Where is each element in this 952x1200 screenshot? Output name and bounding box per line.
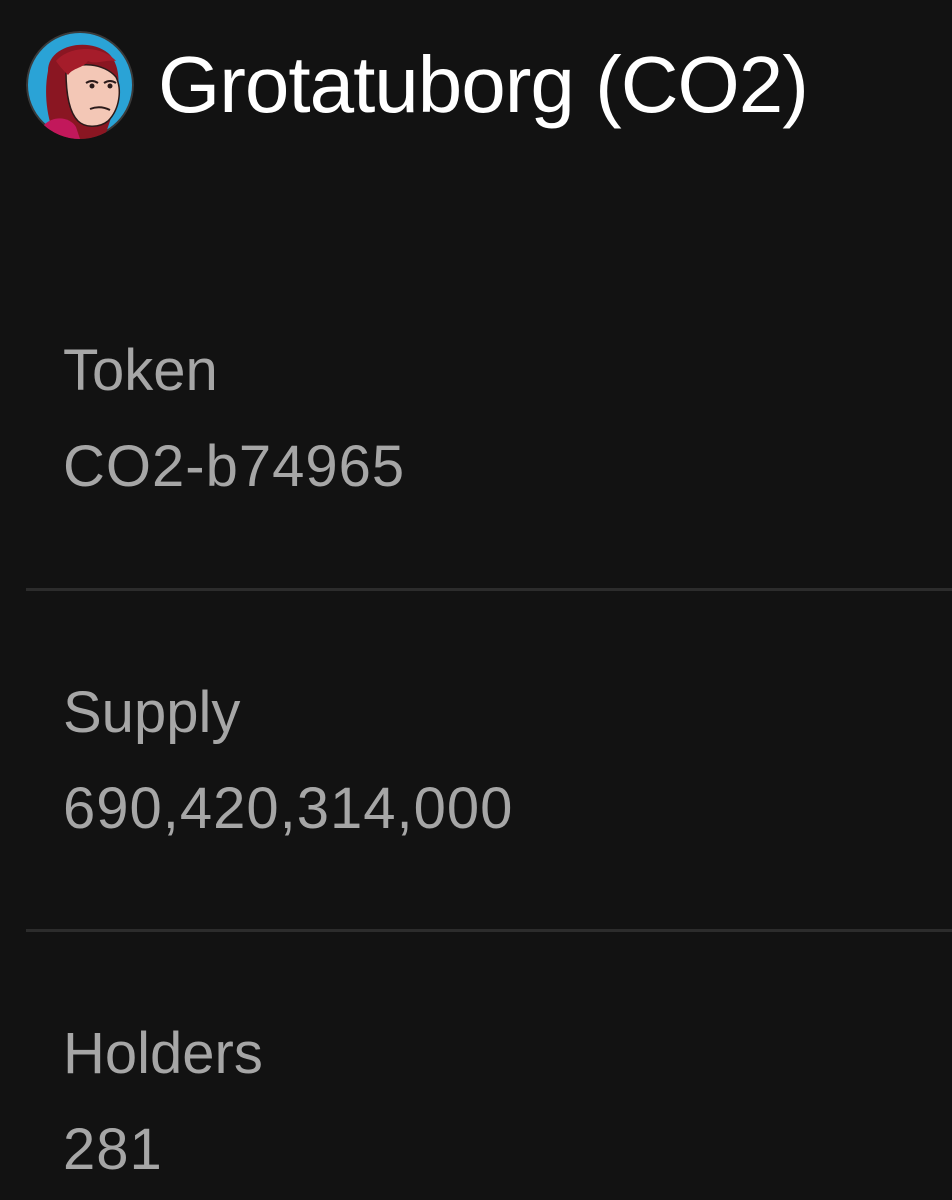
token-name-title: Grotatuborg (CO2)	[158, 40, 809, 129]
supply-value: 690,420,314,000	[63, 776, 514, 841]
divider	[26, 929, 952, 932]
token-avatar-icon	[26, 31, 134, 139]
holders-field: Holders 281	[63, 1025, 952, 1179]
token-header: Grotatuborg (CO2)	[26, 30, 809, 140]
supply-label: Supply	[63, 680, 241, 745]
divider	[26, 588, 952, 591]
holders-value: 281	[63, 1117, 163, 1182]
token-label: Token	[63, 338, 218, 403]
token-field: Token CO2-b74965	[63, 342, 952, 496]
supply-field: Supply 690,420,314,000	[63, 684, 952, 838]
holders-label: Holders	[63, 1021, 263, 1086]
token-value: CO2-b74965	[63, 434, 406, 499]
